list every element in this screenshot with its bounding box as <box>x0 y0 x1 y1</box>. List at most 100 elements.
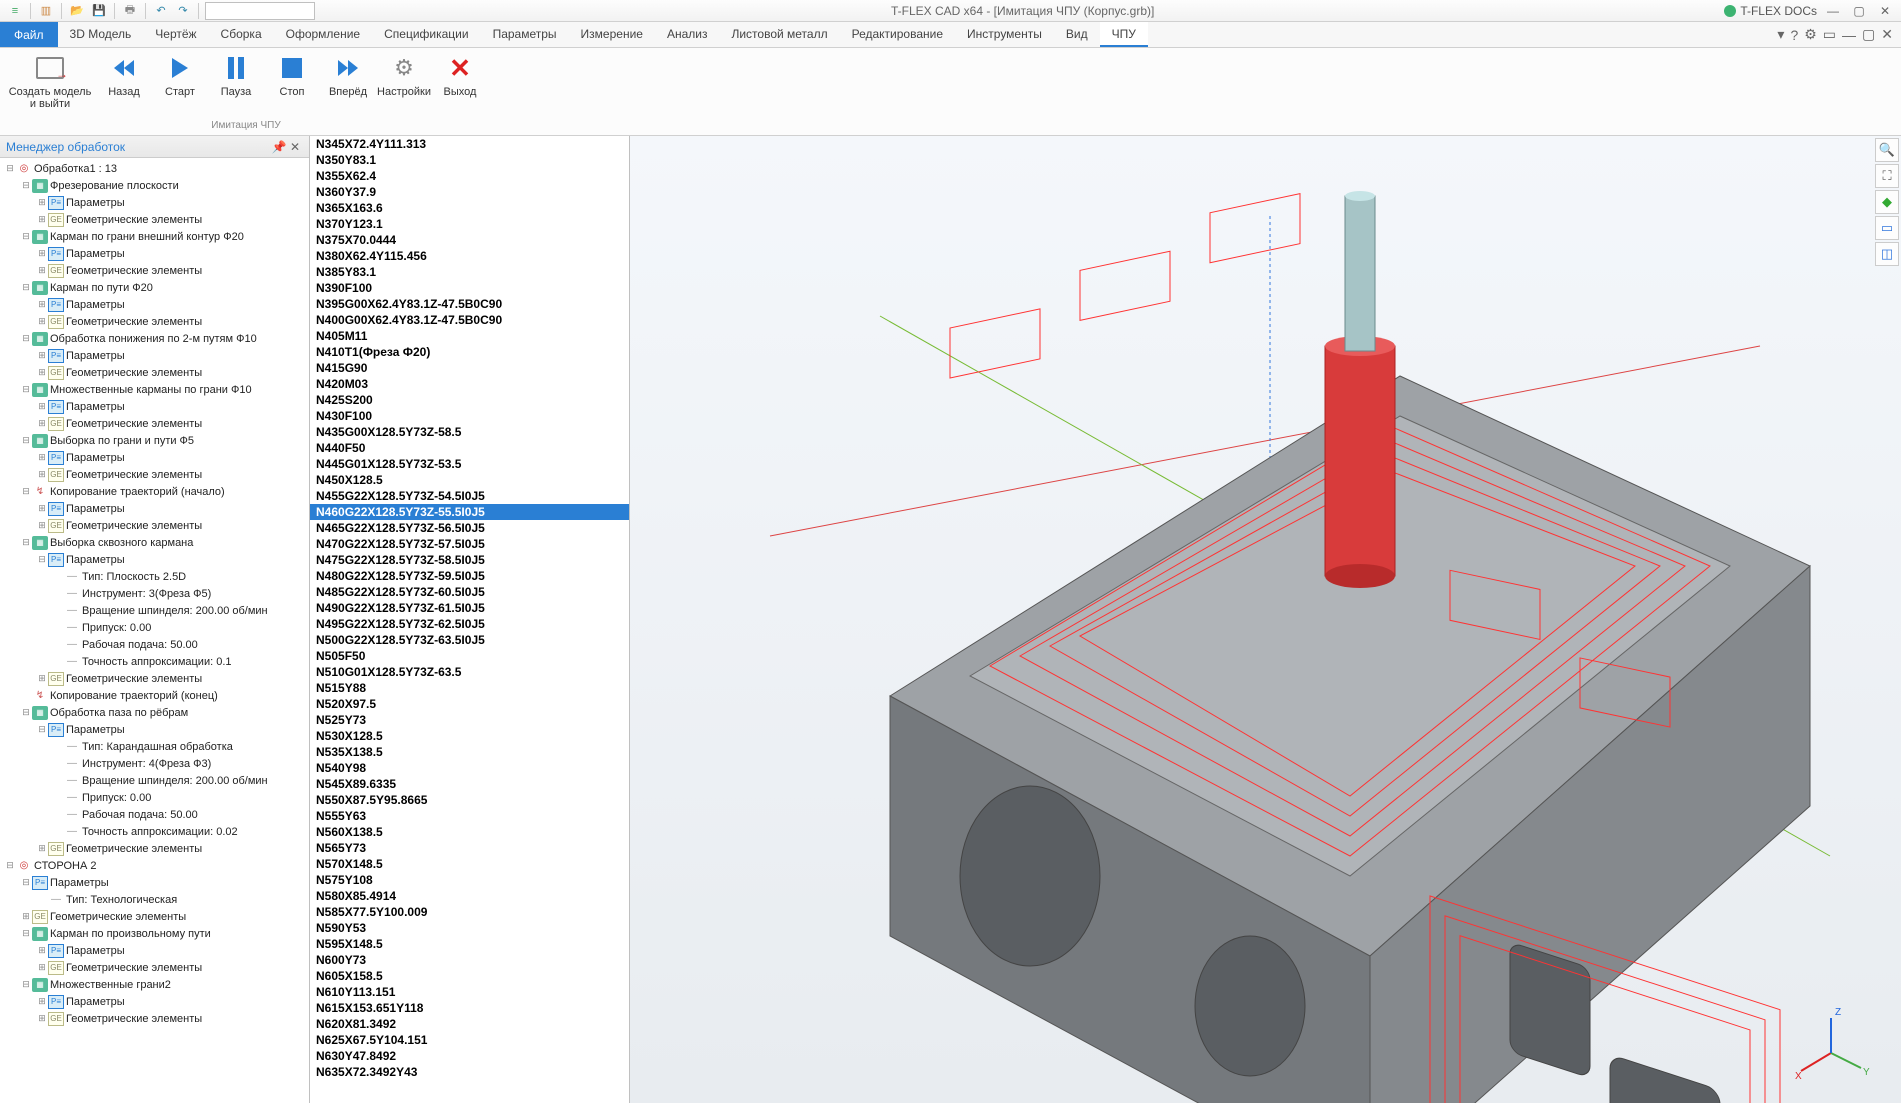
collapse-icon[interactable]: ⊟ <box>4 163 16 174</box>
new-icon[interactable]: ▥ <box>37 2 55 20</box>
tree-row[interactable]: ⊞GEГеометрические элементы <box>0 415 309 432</box>
gcode-line[interactable]: N400G00X62.4Y83.1Z-47.5B0C90 <box>310 312 629 328</box>
gcode-line[interactable]: N495G22X128.5Y73Z-62.5I0J5 <box>310 616 629 632</box>
ribbon-tab[interactable]: Анализ <box>655 22 720 47</box>
tree-row[interactable]: ⊞GEГеометрические элементы <box>0 908 309 925</box>
settings-gear-icon[interactable]: ⚙ <box>1804 26 1817 43</box>
start-button[interactable]: Старт <box>154 50 206 114</box>
gcode-line[interactable]: N420M03 <box>310 376 629 392</box>
gcode-line[interactable]: N585X77.5Y100.009 <box>310 904 629 920</box>
tree-row[interactable]: —Вращение шпинделя: 200.00 об/мин <box>0 772 309 789</box>
gcode-line[interactable]: N465G22X128.5Y73Z-56.5I0J5 <box>310 520 629 536</box>
tree-row[interactable]: ⊞GEГеометрические элементы <box>0 211 309 228</box>
gcode-line[interactable]: N385Y83.1 <box>310 264 629 280</box>
gcode-line[interactable]: N430F100 <box>310 408 629 424</box>
expand-icon[interactable]: ⊞ <box>36 673 48 684</box>
expand-icon[interactable]: ⊞ <box>36 996 48 1007</box>
collapse-icon[interactable]: ⊟ <box>20 180 32 191</box>
collapse-icon[interactable]: ⊟ <box>20 979 32 990</box>
gcode-line[interactable]: N590Y53 <box>310 920 629 936</box>
tree-row[interactable]: ⊟▦Карман по грани внешний контур Ф20 <box>0 228 309 245</box>
collapse-icon[interactable]: ⊟ <box>20 282 32 293</box>
expand-icon[interactable]: ⊞ <box>36 367 48 378</box>
ribbon-tab[interactable]: Спецификации <box>372 22 480 47</box>
redo-icon[interactable]: ↷ <box>174 2 192 20</box>
tree-row[interactable]: ⊞P≡Параметры <box>0 398 309 415</box>
expand-icon[interactable]: ⊞ <box>36 503 48 514</box>
help-icon[interactable]: ? <box>1790 27 1798 43</box>
tree-row[interactable]: ⊟▦Множественные грани2 <box>0 976 309 993</box>
tree-row[interactable]: ⊟▦Карман по произвольному пути <box>0 925 309 942</box>
tree-row[interactable]: ⊞P≡Параметры <box>0 993 309 1010</box>
maximize-button[interactable]: ▢ <box>1849 3 1869 19</box>
expand-icon[interactable]: ⊞ <box>36 452 48 463</box>
dropdown-icon[interactable]: ▾ <box>1777 26 1784 43</box>
gcode-line[interactable]: N580X85.4914 <box>310 888 629 904</box>
ribbon-tab[interactable]: Сборка <box>209 22 274 47</box>
expand-icon[interactable]: ⊞ <box>36 418 48 429</box>
expand-icon[interactable]: ⊞ <box>36 265 48 276</box>
gcode-line[interactable]: N435G00X128.5Y73Z-58.5 <box>310 424 629 440</box>
tree-row[interactable]: ⊞GEГеометрические элементы <box>0 466 309 483</box>
gcode-line[interactable]: N455G22X128.5Y73Z-54.5I0J5 <box>310 488 629 504</box>
gcode-line[interactable]: N560X138.5 <box>310 824 629 840</box>
window-list-icon[interactable]: ▭ <box>1823 26 1836 43</box>
gcode-line[interactable]: N525Y73 <box>310 712 629 728</box>
tree-row[interactable]: ⊞P≡Параметры <box>0 245 309 262</box>
ribbon-tab[interactable]: Измерение <box>569 22 655 47</box>
minimize-button[interactable]: — <box>1823 3 1843 19</box>
zoom-icon[interactable]: 🔍 <box>1875 138 1899 162</box>
gcode-line[interactable]: N620X81.3492 <box>310 1016 629 1032</box>
gcode-line[interactable]: N355X62.4 <box>310 168 629 184</box>
gcode-line[interactable]: N450X128.5 <box>310 472 629 488</box>
gcode-line[interactable]: N425S200 <box>310 392 629 408</box>
ribbon-tab[interactable]: Листовой металл <box>719 22 839 47</box>
tree-row[interactable]: ⊞GEГеометрические элементы <box>0 262 309 279</box>
tree-row[interactable]: ⊟P≡Параметры <box>0 874 309 891</box>
gcode-line[interactable]: N630Y47.8492 <box>310 1048 629 1064</box>
tree-row[interactable]: ⊟▦Обработка паза по рёбрам <box>0 704 309 721</box>
gcode-line[interactable]: N625X67.5Y104.151 <box>310 1032 629 1048</box>
tree-row[interactable]: ⊟↯Копирование траекторий (начало) <box>0 483 309 500</box>
gcode-line[interactable]: N375X70.0444 <box>310 232 629 248</box>
panel-close-icon[interactable]: ✕ <box>287 140 303 154</box>
gcode-line[interactable]: N460G22X128.5Y73Z-55.5I0J5 <box>310 504 629 520</box>
tree-row[interactable]: —Тип: Карандашная обработка <box>0 738 309 755</box>
collapse-icon[interactable]: ⊟ <box>20 231 32 242</box>
forward-button[interactable]: Вперёд <box>322 50 374 114</box>
expand-icon[interactable]: ⊞ <box>36 1013 48 1024</box>
gcode-line[interactable]: N530X128.5 <box>310 728 629 744</box>
tree-row[interactable]: —Припуск: 0.00 <box>0 619 309 636</box>
operations-tree[interactable]: ⊟◎Обработка1 : 13⊟▦Фрезерование плоскост… <box>0 158 309 1103</box>
gcode-line[interactable]: N535X138.5 <box>310 744 629 760</box>
gcode-line[interactable]: N490G22X128.5Y73Z-61.5I0J5 <box>310 600 629 616</box>
gcode-line[interactable]: N500G22X128.5Y73Z-63.5I0J5 <box>310 632 629 648</box>
gcode-line[interactable]: N595X148.5 <box>310 936 629 952</box>
gcode-line[interactable]: N615X153.651Y118 <box>310 1000 629 1016</box>
command-input[interactable] <box>205 2 315 20</box>
doc-min-icon[interactable]: — <box>1842 27 1856 43</box>
ribbon-tab[interactable]: Оформление <box>274 22 372 47</box>
gcode-line[interactable]: N475G22X128.5Y73Z-58.5I0J5 <box>310 552 629 568</box>
tree-row[interactable]: ⊟▦Выборка сквозного кармана <box>0 534 309 551</box>
file-tab[interactable]: Файл <box>0 22 58 47</box>
gcode-line[interactable]: N555Y63 <box>310 808 629 824</box>
gcode-line[interactable]: N390F100 <box>310 280 629 296</box>
expand-icon[interactable]: ⊞ <box>36 350 48 361</box>
tree-row[interactable]: ⊟P≡Параметры <box>0 551 309 568</box>
tree-row[interactable]: —Тип: Технологическая <box>0 891 309 908</box>
exit-button[interactable]: ✕ Выход <box>434 50 486 114</box>
gcode-line[interactable]: N505F50 <box>310 648 629 664</box>
collapse-icon[interactable]: ⊟ <box>20 537 32 548</box>
collapse-icon[interactable]: ⊟ <box>4 860 16 871</box>
tree-row[interactable]: —Припуск: 0.00 <box>0 789 309 806</box>
tree-row[interactable]: —Вращение шпинделя: 200.00 об/мин <box>0 602 309 619</box>
settings-button[interactable]: ⚙ Настройки <box>378 50 430 114</box>
ribbon-tab[interactable]: Параметры <box>481 22 569 47</box>
expand-icon[interactable]: ⊞ <box>36 843 48 854</box>
tree-row[interactable]: ⊟▦Фрезерование плоскости <box>0 177 309 194</box>
expand-icon[interactable]: ⊞ <box>36 214 48 225</box>
gcode-line[interactable]: N350Y83.1 <box>310 152 629 168</box>
collapse-icon[interactable]: ⊟ <box>20 384 32 395</box>
close-button[interactable]: ✕ <box>1875 3 1895 19</box>
